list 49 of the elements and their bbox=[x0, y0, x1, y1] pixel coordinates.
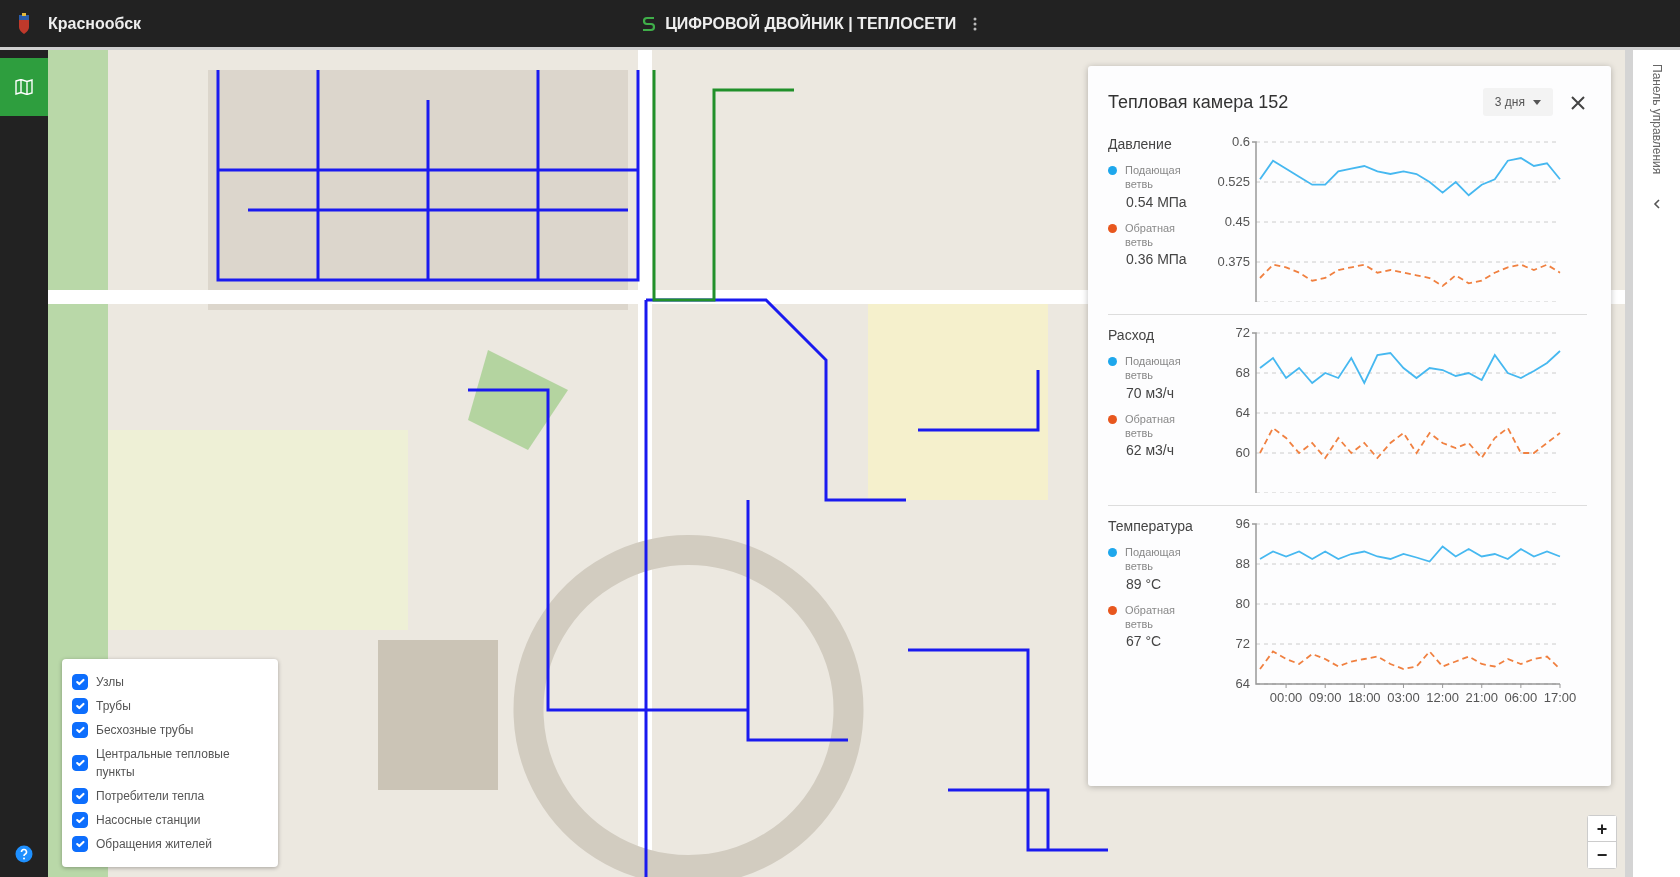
y-tick-label: 64 bbox=[1235, 405, 1250, 420]
y-tick-label: 68 bbox=[1235, 365, 1250, 380]
legend-reading: 0.36 МПа bbox=[1126, 250, 1188, 270]
y-tick-label: 72 bbox=[1235, 325, 1250, 340]
layer-label: Насосные станции bbox=[96, 812, 201, 829]
y-tick-label: 96 bbox=[1235, 516, 1250, 531]
y-tick-label: 0.525 bbox=[1218, 174, 1250, 189]
city-name: Краснообск bbox=[48, 13, 142, 34]
layer-label: Центральные тепловые пункты bbox=[96, 746, 231, 781]
zoom-in-button[interactable]: + bbox=[1588, 816, 1616, 842]
x-tick-label: 12:00 bbox=[1426, 690, 1459, 705]
x-tick-label: 18:00 bbox=[1348, 690, 1381, 705]
layer-label: Потребители тепла bbox=[96, 788, 205, 805]
legend-label: Обратная ветвь bbox=[1125, 220, 1177, 250]
legend-label: Подающая ветвь bbox=[1125, 545, 1182, 574]
y-tick-label: 80 bbox=[1235, 596, 1250, 611]
chart-title: Давление bbox=[1108, 135, 1173, 154]
x-tick-label: 03:00 bbox=[1387, 690, 1420, 705]
x-tick-label: 09:00 bbox=[1308, 690, 1342, 705]
y-tick-label: 0.45 bbox=[1224, 214, 1250, 229]
layer-label: Обращения жителей bbox=[96, 836, 212, 853]
y-tick-label: 0.375 bbox=[1218, 254, 1250, 269]
chart-title: Температура bbox=[1108, 517, 1194, 536]
legend-label: Обратная ветвь bbox=[1125, 411, 1177, 441]
legend-reading: 89 °C bbox=[1126, 574, 1163, 594]
legend-label: Подающая ветвь bbox=[1125, 354, 1182, 383]
legend-reading: 62 м3/ч bbox=[1126, 441, 1176, 461]
legend-reading: 67 °C bbox=[1126, 632, 1163, 652]
layer-label: Бесхозные трубы bbox=[96, 722, 194, 739]
x-tick-label: 06:00 bbox=[1504, 690, 1538, 705]
y-tick-label: 72 bbox=[1235, 636, 1250, 651]
legend-label: Обратная ветвь bbox=[1125, 602, 1177, 632]
y-tick-label: 88 bbox=[1235, 556, 1250, 571]
layer-label: Узлы bbox=[96, 674, 124, 691]
app-title: ЦИФРОВОЙ ДВОЙНИК | ТЕПЛОСЕТИ bbox=[665, 13, 957, 34]
chart-title: Расход bbox=[1108, 326, 1156, 345]
y-tick-label: 64 bbox=[1235, 676, 1250, 691]
y-tick-label: 0.6 bbox=[1231, 134, 1250, 149]
legend-reading: 70 м3/ч bbox=[1126, 383, 1176, 403]
legend-reading: 0.54 МПа bbox=[1126, 192, 1188, 212]
x-tick-label: 00:00 bbox=[1269, 690, 1303, 705]
panel-label: Панель управления bbox=[1648, 64, 1665, 175]
panel-title: Тепловая камера 152 bbox=[1108, 90, 1289, 114]
layer-label: Трубы bbox=[96, 698, 131, 715]
x-tick-label: 17:00 bbox=[1543, 690, 1577, 705]
y-tick-label: 60 bbox=[1235, 445, 1250, 460]
period-dropdown[interactable]: 3 дня bbox=[1482, 88, 1553, 116]
x-tick-label: 21:00 bbox=[1465, 690, 1498, 705]
legend-label: Подающая ветвь bbox=[1125, 163, 1182, 192]
